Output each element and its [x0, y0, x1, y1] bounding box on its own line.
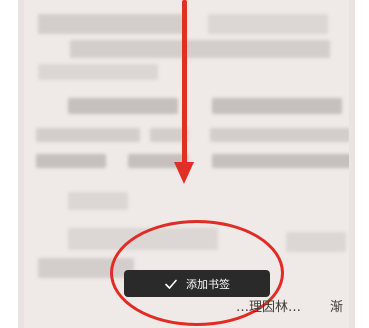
annotation-arrow	[182, 0, 187, 168]
blurred-text-line	[210, 128, 350, 142]
check-icon	[165, 279, 177, 289]
blurred-text-line	[70, 40, 330, 58]
body-text-fragment: 渐	[330, 300, 344, 315]
blurred-text-line	[212, 98, 342, 114]
blurred-text-line	[38, 14, 186, 34]
body-text-fragment: …理因林…	[236, 300, 302, 315]
blurred-text-line	[212, 154, 352, 168]
page-edge	[349, 0, 355, 328]
blurred-text-line	[36, 154, 106, 168]
toast-label: 添加书签	[186, 277, 230, 291]
blurred-text-line	[68, 98, 178, 114]
page-edge	[18, 0, 24, 328]
bookmark-added-toast: 添加书签	[124, 270, 270, 297]
annotation-arrowhead	[174, 162, 194, 184]
blurred-text-line	[68, 192, 128, 210]
blurred-text-line	[208, 14, 328, 34]
blurred-text-line	[286, 232, 346, 252]
blurred-text-line	[38, 64, 158, 80]
blurred-text-line	[36, 128, 140, 142]
